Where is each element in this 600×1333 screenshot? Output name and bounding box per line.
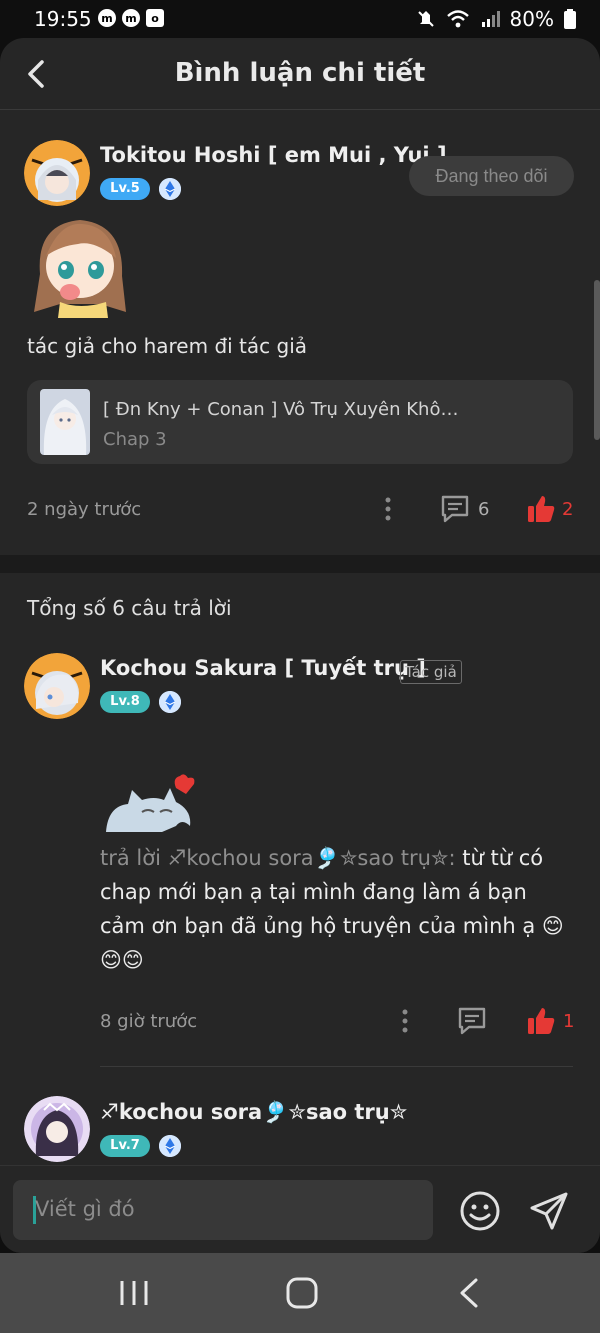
status-right: 80% — [416, 7, 576, 31]
author-tag: Tác giả — [400, 660, 462, 684]
diamond-icon — [159, 178, 181, 200]
home-icon[interactable] — [282, 1275, 322, 1311]
more-vert-icon[interactable] — [385, 497, 391, 521]
comment-icon[interactable] — [440, 494, 470, 524]
follow-button[interactable]: Đang theo dõi — [409, 156, 574, 196]
section-divider — [0, 555, 600, 573]
story-title: [ Đn Kny + Conan ] Vô Trụ Xuyên Khô… — [103, 399, 459, 420]
scrollbar[interactable] — [594, 280, 600, 440]
comment-time: 2 ngày trước — [27, 499, 142, 520]
comment-composer: Viết gì đó — [0, 1165, 600, 1253]
reply-text: chap mới bạn ạ tại mình đang làm á bạn — [100, 880, 527, 904]
level-badge: Lv.5 — [100, 178, 150, 200]
reply-divider — [100, 1066, 573, 1067]
status-bar: 19:55 m m o 80% — [0, 0, 600, 38]
reply-text: cảm ơn bạn đã ủng hộ truyện của mình ạ 😊 — [100, 914, 564, 938]
story-card[interactable]: [ Đn Kny + Conan ] Vô Trụ Xuyên Khô… Cha… — [27, 380, 573, 464]
mute-icon — [416, 9, 436, 29]
comment-text: tác giả cho harem đi tác giả — [27, 334, 308, 358]
diamond-icon — [159, 1135, 181, 1157]
diamond-icon — [159, 691, 181, 713]
reply-count: 6 — [478, 499, 490, 520]
comment-author-name[interactable]: Tokitou Hoshi [ em Mui , Yui ] — [100, 143, 447, 167]
reply-text: 😊😊 — [100, 948, 144, 972]
sticker-image — [30, 214, 130, 318]
reply-text: từ từ có — [462, 846, 544, 870]
signal-icon — [480, 9, 500, 29]
thumbs-up-icon[interactable] — [526, 1006, 556, 1036]
page-title: Bình luận chi tiết — [174, 58, 426, 88]
comment-input[interactable]: Viết gì đó — [13, 1180, 433, 1240]
battery-percent: 80% — [509, 7, 554, 31]
reply-prefix: trả lời — [100, 846, 168, 870]
battery-icon — [564, 9, 576, 29]
thumbs-up-icon[interactable] — [526, 494, 556, 524]
notification-m-icon: m — [98, 9, 116, 27]
level-badge: Lv.8 — [100, 691, 150, 713]
wifi-icon — [446, 9, 470, 29]
reply-author-name[interactable]: Kochou Sakura [ Tuyết trụ ] — [100, 656, 426, 680]
story-chapter: Chap 3 — [103, 429, 167, 450]
reply-time: 8 giờ trước — [100, 1011, 198, 1032]
reply-text-line: trả lời ♐kochou sora🎐✮sao trụ✮: từ từ có — [100, 846, 543, 871]
avatar[interactable] — [24, 653, 90, 719]
notification-o-icon: o — [146, 9, 164, 27]
reply-to-mention[interactable]: ♐kochou sora🎐✮sao trụ✮: — [168, 846, 463, 870]
reply-author-name[interactable]: ♐kochou sora🎐✮sao trụ✮ — [100, 1100, 407, 1125]
sticker-image — [102, 770, 202, 834]
system-nav-bar — [0, 1253, 600, 1333]
emoji-icon[interactable] — [459, 1190, 501, 1232]
comment-icon[interactable] — [457, 1006, 487, 1036]
replies-total: Tổng số 6 câu trả lời — [27, 596, 232, 620]
comment-input-placeholder: Viết gì đó — [35, 1197, 135, 1221]
level-badge: Lv.7 — [100, 1135, 150, 1157]
status-time: 19:55 — [34, 7, 92, 31]
avatar[interactable] — [24, 1096, 90, 1162]
notification-icons: m m o — [98, 9, 164, 27]
like-count: 1 — [563, 1011, 575, 1032]
notification-m-icon: m — [122, 9, 140, 27]
like-count: 2 — [562, 499, 574, 520]
avatar[interactable] — [24, 140, 90, 206]
recents-icon[interactable] — [114, 1275, 154, 1311]
more-vert-icon[interactable] — [402, 1009, 408, 1033]
app-bar: Bình luận chi tiết — [0, 38, 600, 110]
screen: Bình luận chi tiết Tokitou Hoshi [ em Mu… — [0, 38, 600, 1253]
nav-back-icon[interactable] — [450, 1275, 490, 1311]
story-thumbnail — [40, 389, 90, 455]
send-icon[interactable] — [528, 1190, 570, 1232]
